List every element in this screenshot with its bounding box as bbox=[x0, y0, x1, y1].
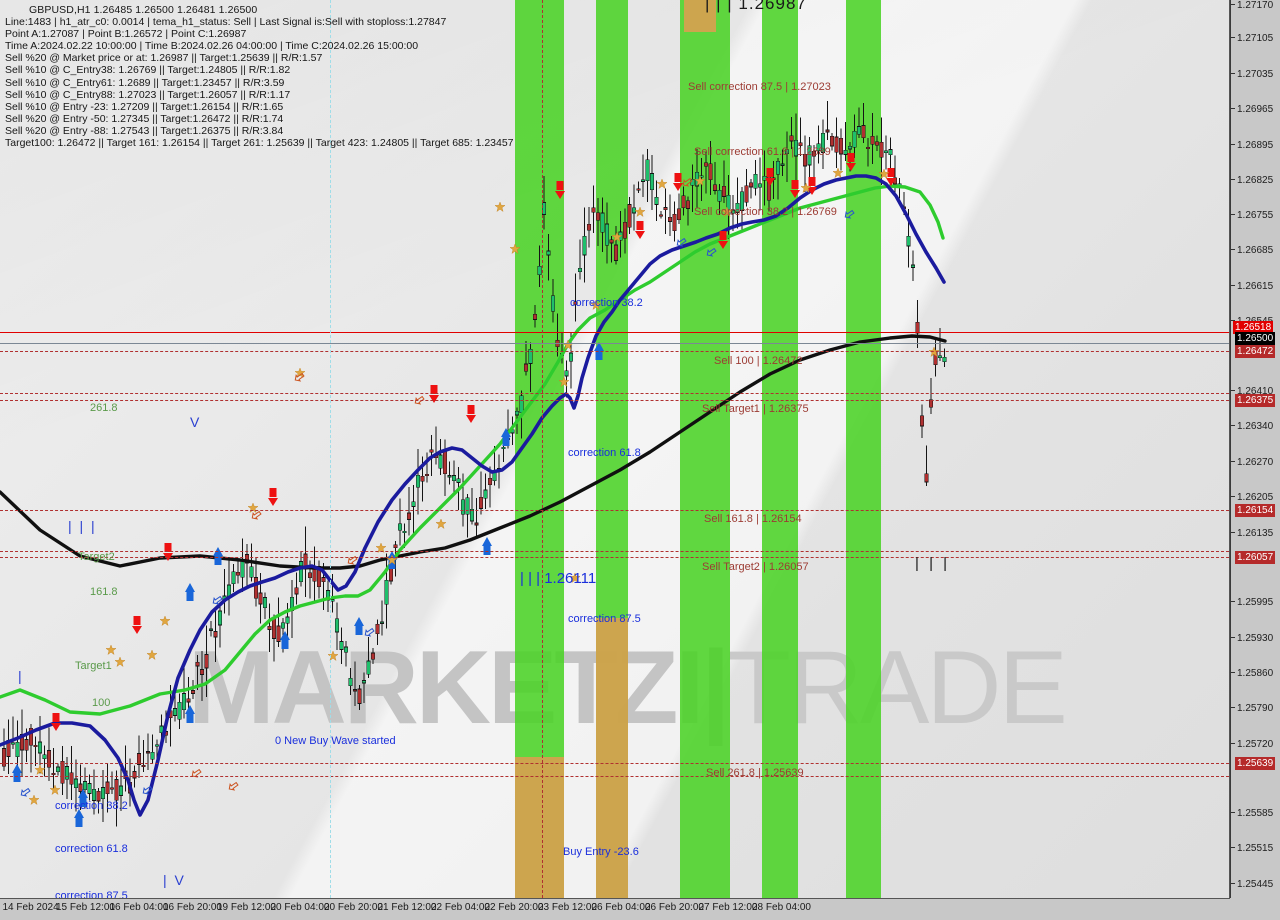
price-tick: 1.26340 bbox=[1231, 421, 1273, 432]
wave-mark-i: | bbox=[18, 668, 24, 684]
scale-corner bbox=[1230, 899, 1280, 920]
level-line-upper-3 bbox=[0, 776, 1229, 777]
price-tag: 1.26375 bbox=[1235, 394, 1276, 407]
annotation-correction-618-mid: correction 61.8 bbox=[568, 447, 641, 459]
time-tick: 20 Feb 04:00 bbox=[270, 902, 330, 913]
label-level-target1: Target1 bbox=[75, 660, 112, 672]
level-line-upper-2 bbox=[0, 551, 1229, 552]
level-line-sell-target1 bbox=[0, 400, 1229, 401]
price-tick: 1.25930 bbox=[1231, 633, 1273, 644]
annotation-sell-target2: Sell Target2 | 1.26057 bbox=[702, 561, 809, 573]
label-level-target2: Target2 bbox=[78, 551, 115, 563]
time-tick: 16 Feb 20:00 bbox=[163, 902, 222, 913]
level-line-sell-261 bbox=[0, 763, 1229, 764]
time-tick: 14 Feb 2024 bbox=[2, 902, 59, 913]
annotation-sell-100: Sell 100 | 1.26472 bbox=[714, 355, 803, 367]
ask-price-line bbox=[0, 343, 1229, 344]
info-line-4: Sell %10 @ C_Entry38: 1.26769 || Target:… bbox=[5, 64, 291, 77]
wave-mark-v: V bbox=[190, 414, 202, 430]
wave-mark-iii-right: | | | bbox=[915, 555, 951, 572]
label-level-100: 100 bbox=[92, 697, 111, 709]
annotation-sell-1618: Sell 161.8 | 1.26154 bbox=[704, 513, 802, 525]
symbol-ohlc-line: GBPUSD,H1 1.26485 1.26500 1.26481 1.2650… bbox=[29, 4, 258, 16]
time-scale[interactable]: 14 Feb 2024 15 Feb 12:00 16 Feb 04:00 16 Fe… bbox=[0, 899, 1229, 920]
indicator-info-panel: GBPUSD,H1 1.26485 1.26500 1.26481 1.2650… bbox=[5, 4, 514, 149]
price-tick: 1.25790 bbox=[1231, 703, 1273, 714]
annotation-correction-382-low: correction 38.2 bbox=[55, 800, 128, 812]
bid-price-line bbox=[0, 332, 1229, 333]
annotation-sell-corr-875: Sell correction 87.5 | 1.27023 bbox=[688, 81, 831, 93]
price-tick: 1.25445 bbox=[1231, 879, 1273, 890]
annotation-sell-corr-618: Sell correction 61.8 | 1.2689 bbox=[694, 146, 831, 158]
price-tick: 1.26755 bbox=[1231, 210, 1273, 221]
price-tick: 1.26135 bbox=[1231, 528, 1273, 539]
price-tick: 1.25585 bbox=[1231, 808, 1273, 819]
info-line-0: Line:1483 | h1_atr_c0: 0.0014 | tema_h1_… bbox=[5, 16, 447, 29]
price-tick: 1.25515 bbox=[1231, 843, 1273, 854]
time-tick: 16 Feb 04:00 bbox=[109, 902, 169, 913]
metatrader-chart-window: MARKETZI|TRADE bbox=[0, 0, 1280, 920]
info-line-5: Sell %10 @ C_Entry61: 1.2689 || Target:1… bbox=[5, 76, 285, 89]
time-tick: 21 Feb 12:00 bbox=[377, 902, 437, 913]
time-tick: 19 Feb 12:00 bbox=[217, 902, 276, 913]
label-level-1618: 161.8 bbox=[90, 586, 118, 598]
level-line-sell-target2 bbox=[0, 557, 1229, 558]
info-line-10: Target100: 1.26472 || Target 161: 1.2615… bbox=[5, 137, 514, 150]
label-level-2618: 261.8 bbox=[90, 402, 118, 414]
wave-mark-iii-left: | | | bbox=[68, 518, 97, 534]
price-scale[interactable]: 1.27170 1.27105 1.27035 1.26965 1.26895 1.268… bbox=[1230, 0, 1280, 920]
info-line-2: Time A:2024.02.22 10:00:00 | Time B:2024… bbox=[5, 40, 419, 53]
price-tag: 1.26057 bbox=[1235, 551, 1276, 564]
time-tick: 28 Feb 04:00 bbox=[752, 902, 811, 913]
price-tick: 1.27035 bbox=[1231, 69, 1273, 80]
annotation-sell-corr-382: Sell correction 38.2 | 1.26769 bbox=[694, 206, 837, 218]
time-tick: 20 Feb 20:00 bbox=[324, 902, 383, 913]
info-line-8: Sell %20 @ Entry -50: 1.27345 || Target:… bbox=[5, 112, 284, 125]
wave-mark-126987: | | | 1.26987 bbox=[705, 0, 807, 13]
price-tick: 1.27170 bbox=[1231, 0, 1273, 11]
info-line-6: Sell %10 @ C_Entry88: 1.27023 || Target:… bbox=[5, 88, 291, 101]
time-tick: 22 Feb 20:00 bbox=[484, 902, 544, 913]
level-line-sell-100 bbox=[0, 351, 1229, 352]
price-tick: 1.26205 bbox=[1231, 492, 1273, 503]
price-tag: 1.26472 bbox=[1235, 345, 1276, 358]
price-tick: 1.26965 bbox=[1231, 104, 1273, 115]
wave-mark-iv: | V bbox=[163, 872, 186, 888]
price-tick: 1.25720 bbox=[1231, 739, 1273, 750]
level-line-sell-161 bbox=[0, 510, 1229, 511]
time-tick: 15 Feb 12:00 bbox=[56, 902, 115, 913]
annotation-sell-target1: Sell Target1 | 1.26375 bbox=[702, 403, 809, 415]
info-line-3: Sell %20 @ Market price or at: 1.26987 |… bbox=[5, 52, 323, 65]
price-tag: 1.26500 bbox=[1235, 332, 1276, 345]
time-tick: 22 Feb 04:00 bbox=[431, 902, 490, 913]
price-tick: 1.26825 bbox=[1231, 175, 1273, 186]
time-tick: 26 Feb 04:00 bbox=[591, 902, 651, 913]
vertical-ref-line-red bbox=[542, 0, 543, 898]
time-tick: 23 Feb 12:00 bbox=[538, 902, 597, 913]
info-line-1: Point A:1.27087 | Point B:1.26572 | Poin… bbox=[5, 28, 247, 41]
price-tick: 1.26895 bbox=[1231, 140, 1273, 151]
info-line-9: Sell %20 @ Entry -88: 1.27543 || Target:… bbox=[5, 124, 284, 137]
annotation-correction-382-mid: correction 38.2 bbox=[570, 297, 643, 309]
price-tick: 1.25995 bbox=[1231, 597, 1273, 608]
annotation-correction-875-mid: correction 87.5 bbox=[568, 613, 641, 625]
chart-canvas[interactable]: MARKETZI|TRADE bbox=[0, 0, 1230, 899]
time-tick: 26 Feb 20:00 bbox=[645, 902, 704, 913]
price-tick: 1.26685 bbox=[1231, 245, 1273, 256]
annotation-buy-entry: Buy Entry -23.6 bbox=[563, 846, 639, 858]
price-tick: 1.25860 bbox=[1231, 668, 1273, 679]
annotation-correction-875-low: correction 87.5 bbox=[55, 890, 128, 899]
annotation-new-buy-wave: 0 New Buy Wave started bbox=[275, 735, 396, 747]
wave-mark-126111: | | | 1.26111 bbox=[520, 570, 597, 587]
info-line-7: Sell %10 @ Entry -23: 1.27209 || Target:… bbox=[5, 100, 284, 113]
time-tick: 27 Feb 12:00 bbox=[698, 902, 758, 913]
annotation-sell-2618: Sell 261.8 | 1.25639 bbox=[706, 767, 804, 779]
price-tick: 1.26270 bbox=[1231, 457, 1273, 468]
annotation-correction-618-low: correction 61.8 bbox=[55, 843, 128, 855]
price-tick: 1.26615 bbox=[1231, 281, 1273, 292]
price-tag: 1.26154 bbox=[1235, 504, 1276, 517]
level-line-upper-1 bbox=[0, 393, 1229, 394]
price-tick: 1.27105 bbox=[1231, 33, 1273, 44]
price-tag: 1.25639 bbox=[1235, 757, 1276, 770]
